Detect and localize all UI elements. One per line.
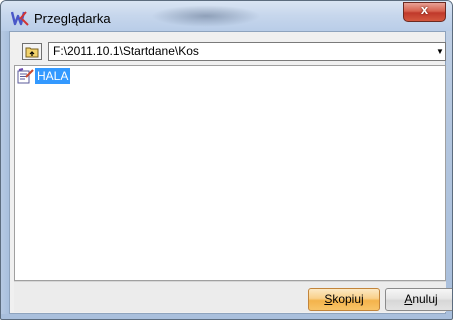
file-list[interactable]: HALA (14, 65, 446, 281)
path-combobox[interactable]: F:\2011.10.1\Startdane\Kos ▼ (48, 42, 446, 61)
window-frame-left (1, 31, 9, 314)
dialog-body: F:\2011.10.1\Startdane\Kos ▼ HALA Skopiu… (9, 31, 452, 314)
folder-up-icon (25, 47, 39, 58)
close-icon: x (420, 2, 429, 17)
window-title: Przeglądarka (34, 11, 111, 26)
copy-label: kopiuj (332, 292, 364, 306)
button-bar: Skopiuj Anuluj (14, 281, 452, 312)
path-value: F:\2011.10.1\Startdane\Kos (53, 44, 199, 58)
copy-button[interactable]: Skopiuj (308, 288, 380, 311)
document-edit-icon (17, 68, 34, 84)
cancel-button[interactable]: Anuluj (385, 288, 452, 311)
title-glow (151, 5, 261, 27)
close-button[interactable]: x (403, 2, 446, 22)
title-bar[interactable]: Przeglądarka x (1, 1, 452, 31)
chevron-down-icon[interactable]: ▼ (435, 43, 445, 60)
list-item-label: HALA (35, 68, 71, 84)
cancel-label: nuluj (412, 292, 438, 306)
app-logo-icon (11, 11, 29, 26)
browser-dialog: Przeglądarka x F:\2011.10.1\Startdane\Ko… (0, 0, 453, 320)
folder-up-button[interactable] (22, 43, 42, 60)
